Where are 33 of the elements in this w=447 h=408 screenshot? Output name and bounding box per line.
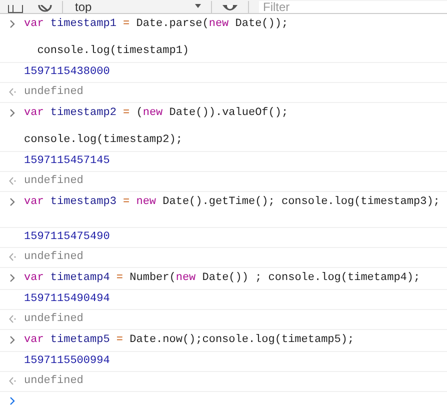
return-arrow-icon <box>8 88 16 96</box>
return-arrow-icon <box>8 315 16 323</box>
input-prompt-icon <box>10 198 14 206</box>
input-prompt-icon <box>10 336 14 344</box>
code-line: var timestamp2 = (new Date()).valueOf(); <box>24 107 288 121</box>
code-line: console.log(timestamp1) <box>36 45 190 58</box>
code-line: var timestamp3 = new Date().getTime(); console.log(timestamp3); <box>24 196 440 210</box>
log-output: 1597115490494 <box>24 293 110 306</box>
code-line: var timetamp5 = Date.now();console.log(timetamp5); <box>24 334 354 347</box>
dropdown-caret-icon <box>195 4 201 9</box>
return-value: undefined <box>24 251 84 264</box>
log-output: 1597115500994 <box>24 355 110 368</box>
return-value: undefined <box>24 175 84 188</box>
code-line: console.log(timestamp2); <box>24 134 184 147</box>
log-output: 1597115475490 <box>24 231 110 244</box>
console-prompt-icon <box>10 397 14 405</box>
code-line: var timestamp1 = Date.parse(new Date()); <box>24 18 288 32</box>
code-line: var timetamp4 = Number(new Date()) ; console.log(timetamp4); <box>24 272 420 285</box>
input-prompt-icon <box>10 109 14 117</box>
return-arrow-icon <box>8 253 16 261</box>
input-prompt-icon <box>10 20 14 28</box>
filter-field[interactable]: Filter <box>259 1 447 13</box>
return-value: undefined <box>24 313 84 326</box>
log-output: 1597115457145 <box>24 155 110 168</box>
clear-console-icon[interactable] <box>38 5 52 13</box>
return-arrow-icon <box>8 177 16 185</box>
return-arrow-icon <box>8 377 16 385</box>
return-value: undefined <box>24 86 84 99</box>
input-prompt-icon <box>10 274 14 282</box>
eye-icon[interactable] <box>222 5 238 13</box>
sidebar-toggle-icon[interactable] <box>8 5 23 13</box>
return-value: undefined <box>24 375 84 388</box>
log-output: 1597115438000 <box>24 66 110 79</box>
